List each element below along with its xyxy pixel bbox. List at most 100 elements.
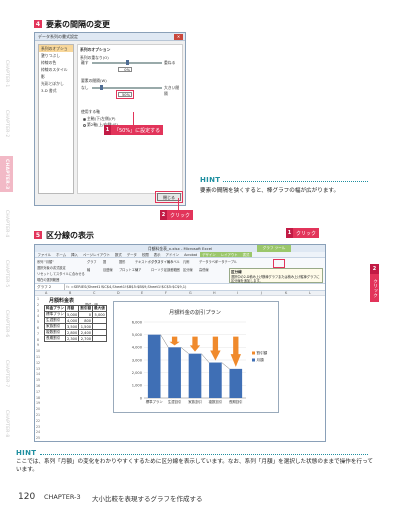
row-header[interactable]: 25 bbox=[35, 436, 41, 440]
row-header[interactable]: 3 bbox=[35, 309, 41, 313]
dialog-nav-item[interactable]: 塗りつぶし bbox=[39, 52, 73, 59]
dialog-nav-item[interactable]: 枠線の色 bbox=[39, 59, 73, 66]
ribbon-tab[interactable]: 書式 bbox=[240, 252, 252, 257]
bar-chart-svg[interactable]: 月額料金の割引プラン 0 1,000 2,000 3,000 4,000 5,000 6,00… bbox=[114, 302, 280, 414]
ribbon-item[interactable]: 線 bbox=[135, 267, 138, 272]
ribbon-tab[interactable]: デザイン bbox=[199, 252, 219, 257]
ribbon-item[interactable]: リセットしてスタイルに合わせる bbox=[37, 271, 85, 276]
column-header[interactable]: K bbox=[285, 291, 287, 295]
column-header[interactable]: G bbox=[189, 291, 192, 295]
table-header-cell[interactable]: 割引額 bbox=[78, 305, 94, 312]
ribbon-item[interactable]: 凡例 bbox=[183, 259, 189, 264]
ribbon-item[interactable]: 図形 bbox=[119, 259, 125, 264]
bar-monthly[interactable] bbox=[147, 334, 161, 398]
ribbon-tab[interactable]: レイアウト bbox=[218, 252, 241, 257]
ribbon-item[interactable]: グラフ bbox=[87, 259, 97, 264]
row-header[interactable]: 22 bbox=[35, 419, 41, 423]
row-header[interactable]: 10 bbox=[35, 349, 41, 353]
row-header[interactable]: 6 bbox=[35, 326, 41, 330]
row-header[interactable]: 8 bbox=[35, 338, 41, 342]
table-cell[interactable]: 2,700 bbox=[78, 335, 94, 342]
name-box[interactable]: グラフ 2 bbox=[37, 284, 65, 290]
bar-monthly[interactable] bbox=[209, 362, 222, 398]
formula-text[interactable]: =SERIES(Sheet1!$C$4,Sheet1!$B$5:$B$9,She… bbox=[71, 285, 187, 289]
table-cell[interactable]: 標準プラン bbox=[44, 311, 66, 318]
overlap-knob[interactable] bbox=[126, 60, 129, 65]
table-header-cell[interactable]: 最大値 bbox=[92, 305, 107, 312]
ribbon-tab[interactable]: Acrobat bbox=[182, 252, 200, 257]
column-header[interactable]: C bbox=[93, 291, 95, 295]
table-header-cell[interactable]: 料金プラン bbox=[44, 305, 66, 312]
row-header[interactable]: 21 bbox=[35, 413, 41, 417]
row-header[interactable]: 14 bbox=[35, 372, 41, 376]
row-header[interactable]: 16 bbox=[35, 384, 41, 388]
ribbon-item[interactable]: データテーブル bbox=[215, 259, 237, 264]
bar-monthly[interactable] bbox=[168, 347, 181, 398]
ribbon-tab[interactable]: 数式 bbox=[112, 252, 124, 257]
row-header[interactable]: 17 bbox=[35, 390, 41, 394]
ribbon-tab[interactable]: 挿入 bbox=[69, 252, 81, 257]
ribbon-item[interactable]: 図 bbox=[103, 259, 106, 264]
chart[interactable]: 月額料金の割引プラン 0 1,000 2,000 3,000 4,000 5,000 6,00… bbox=[113, 301, 279, 413]
dialog-nav-item[interactable]: 光彩とぼかし bbox=[39, 80, 73, 87]
column-header[interactable]: D bbox=[117, 291, 120, 295]
row-header[interactable]: 9 bbox=[35, 343, 41, 347]
column-header[interactable]: A bbox=[45, 291, 47, 295]
overlap-value[interactable]: 0% bbox=[118, 67, 132, 72]
column-header[interactable]: F bbox=[165, 291, 167, 295]
ribbon-tab[interactable]: データ bbox=[124, 252, 139, 257]
dialog-nav-item[interactable]: 3-D 書式 bbox=[39, 87, 73, 94]
ribbon-item[interactable]: 現在の選択範囲 bbox=[37, 277, 59, 282]
close-icon[interactable]: ✕ bbox=[174, 34, 183, 40]
column-header[interactable]: J bbox=[261, 291, 262, 295]
ribbon-tab[interactable]: 校閲 bbox=[139, 252, 151, 257]
dialog-nav-item[interactable]: 枠線のスタイル bbox=[39, 66, 73, 73]
column-header[interactable]: I bbox=[237, 291, 238, 295]
ribbon-tab[interactable]: アドイン bbox=[163, 252, 182, 257]
row-header[interactable]: 5 bbox=[35, 320, 41, 324]
table-cell[interactable]: 長期割引 bbox=[44, 335, 66, 342]
ribbon-item[interactable]: 誤差範囲 bbox=[167, 267, 180, 272]
row-header[interactable]: 2 bbox=[35, 303, 41, 307]
ribbon-tab[interactable]: ページレイアウト bbox=[80, 252, 112, 257]
ribbon-item[interactable]: 系列 "月額" bbox=[37, 259, 54, 264]
formula-bar[interactable]: グラフ 2 fx =SERIES(Sheet1!$C$4,Sheet1!$B$5… bbox=[35, 284, 325, 291]
column-header[interactable]: E bbox=[141, 291, 143, 295]
ribbon-item[interactable]: 軸 bbox=[87, 267, 90, 272]
ribbon-item[interactable]: 高低線 bbox=[199, 267, 209, 272]
ribbon-item[interactable]: 軸ラベル bbox=[167, 259, 180, 264]
row-header[interactable]: 13 bbox=[35, 367, 41, 371]
ribbon-item[interactable]: 選択対象の書式設定 bbox=[37, 265, 66, 270]
row-header[interactable]: 20 bbox=[35, 407, 41, 411]
table-cell[interactable] bbox=[92, 335, 107, 342]
chapter-tab-label: CHAPTER-8 bbox=[4, 410, 9, 438]
gap-knob[interactable] bbox=[100, 85, 103, 90]
column-header[interactable]: B bbox=[69, 291, 71, 295]
ribbon-tab[interactable]: 表示 bbox=[151, 252, 163, 257]
row-header[interactable]: 18 bbox=[35, 396, 41, 400]
row-header[interactable]: 4 bbox=[35, 314, 41, 318]
ribbon-item[interactable]: 区分線 bbox=[183, 267, 193, 272]
row-header[interactable]: 12 bbox=[35, 361, 41, 365]
row-header[interactable]: 1 bbox=[35, 297, 41, 301]
row-header[interactable]: 19 bbox=[35, 401, 41, 405]
row-header[interactable]: 24 bbox=[35, 430, 41, 434]
column-header[interactable]: H bbox=[213, 291, 216, 295]
row-header[interactable]: 23 bbox=[35, 425, 41, 429]
ribbon-item[interactable]: ローソク足 bbox=[151, 267, 167, 272]
dialog-nav-item[interactable]: 系列のオプション bbox=[39, 45, 73, 57]
column-header[interactable]: L bbox=[309, 291, 311, 295]
table-cell[interactable]: 2,300 bbox=[64, 335, 80, 342]
radio-icon bbox=[83, 117, 86, 121]
row-header[interactable]: 15 bbox=[35, 378, 41, 382]
worksheet[interactable]: 1 2 3 4 5 6 7 8 9 10 11 12 13 14 15 16 17 18 19 20 21 22 23 24 2… bbox=[35, 296, 325, 441]
ribbon-tab[interactable]: ファイル bbox=[35, 252, 54, 257]
dialog-nav-item[interactable]: 影 bbox=[39, 73, 73, 80]
row-header[interactable]: 11 bbox=[35, 355, 41, 359]
bar-monthly[interactable] bbox=[188, 353, 202, 398]
hint-divider bbox=[40, 454, 368, 455]
ribbon-item[interactable]: 目盛線 bbox=[103, 267, 113, 272]
ribbon-tab[interactable]: ホーム bbox=[54, 252, 69, 257]
row-header[interactable]: 7 bbox=[35, 332, 41, 336]
bar-monthly[interactable] bbox=[229, 368, 243, 398]
